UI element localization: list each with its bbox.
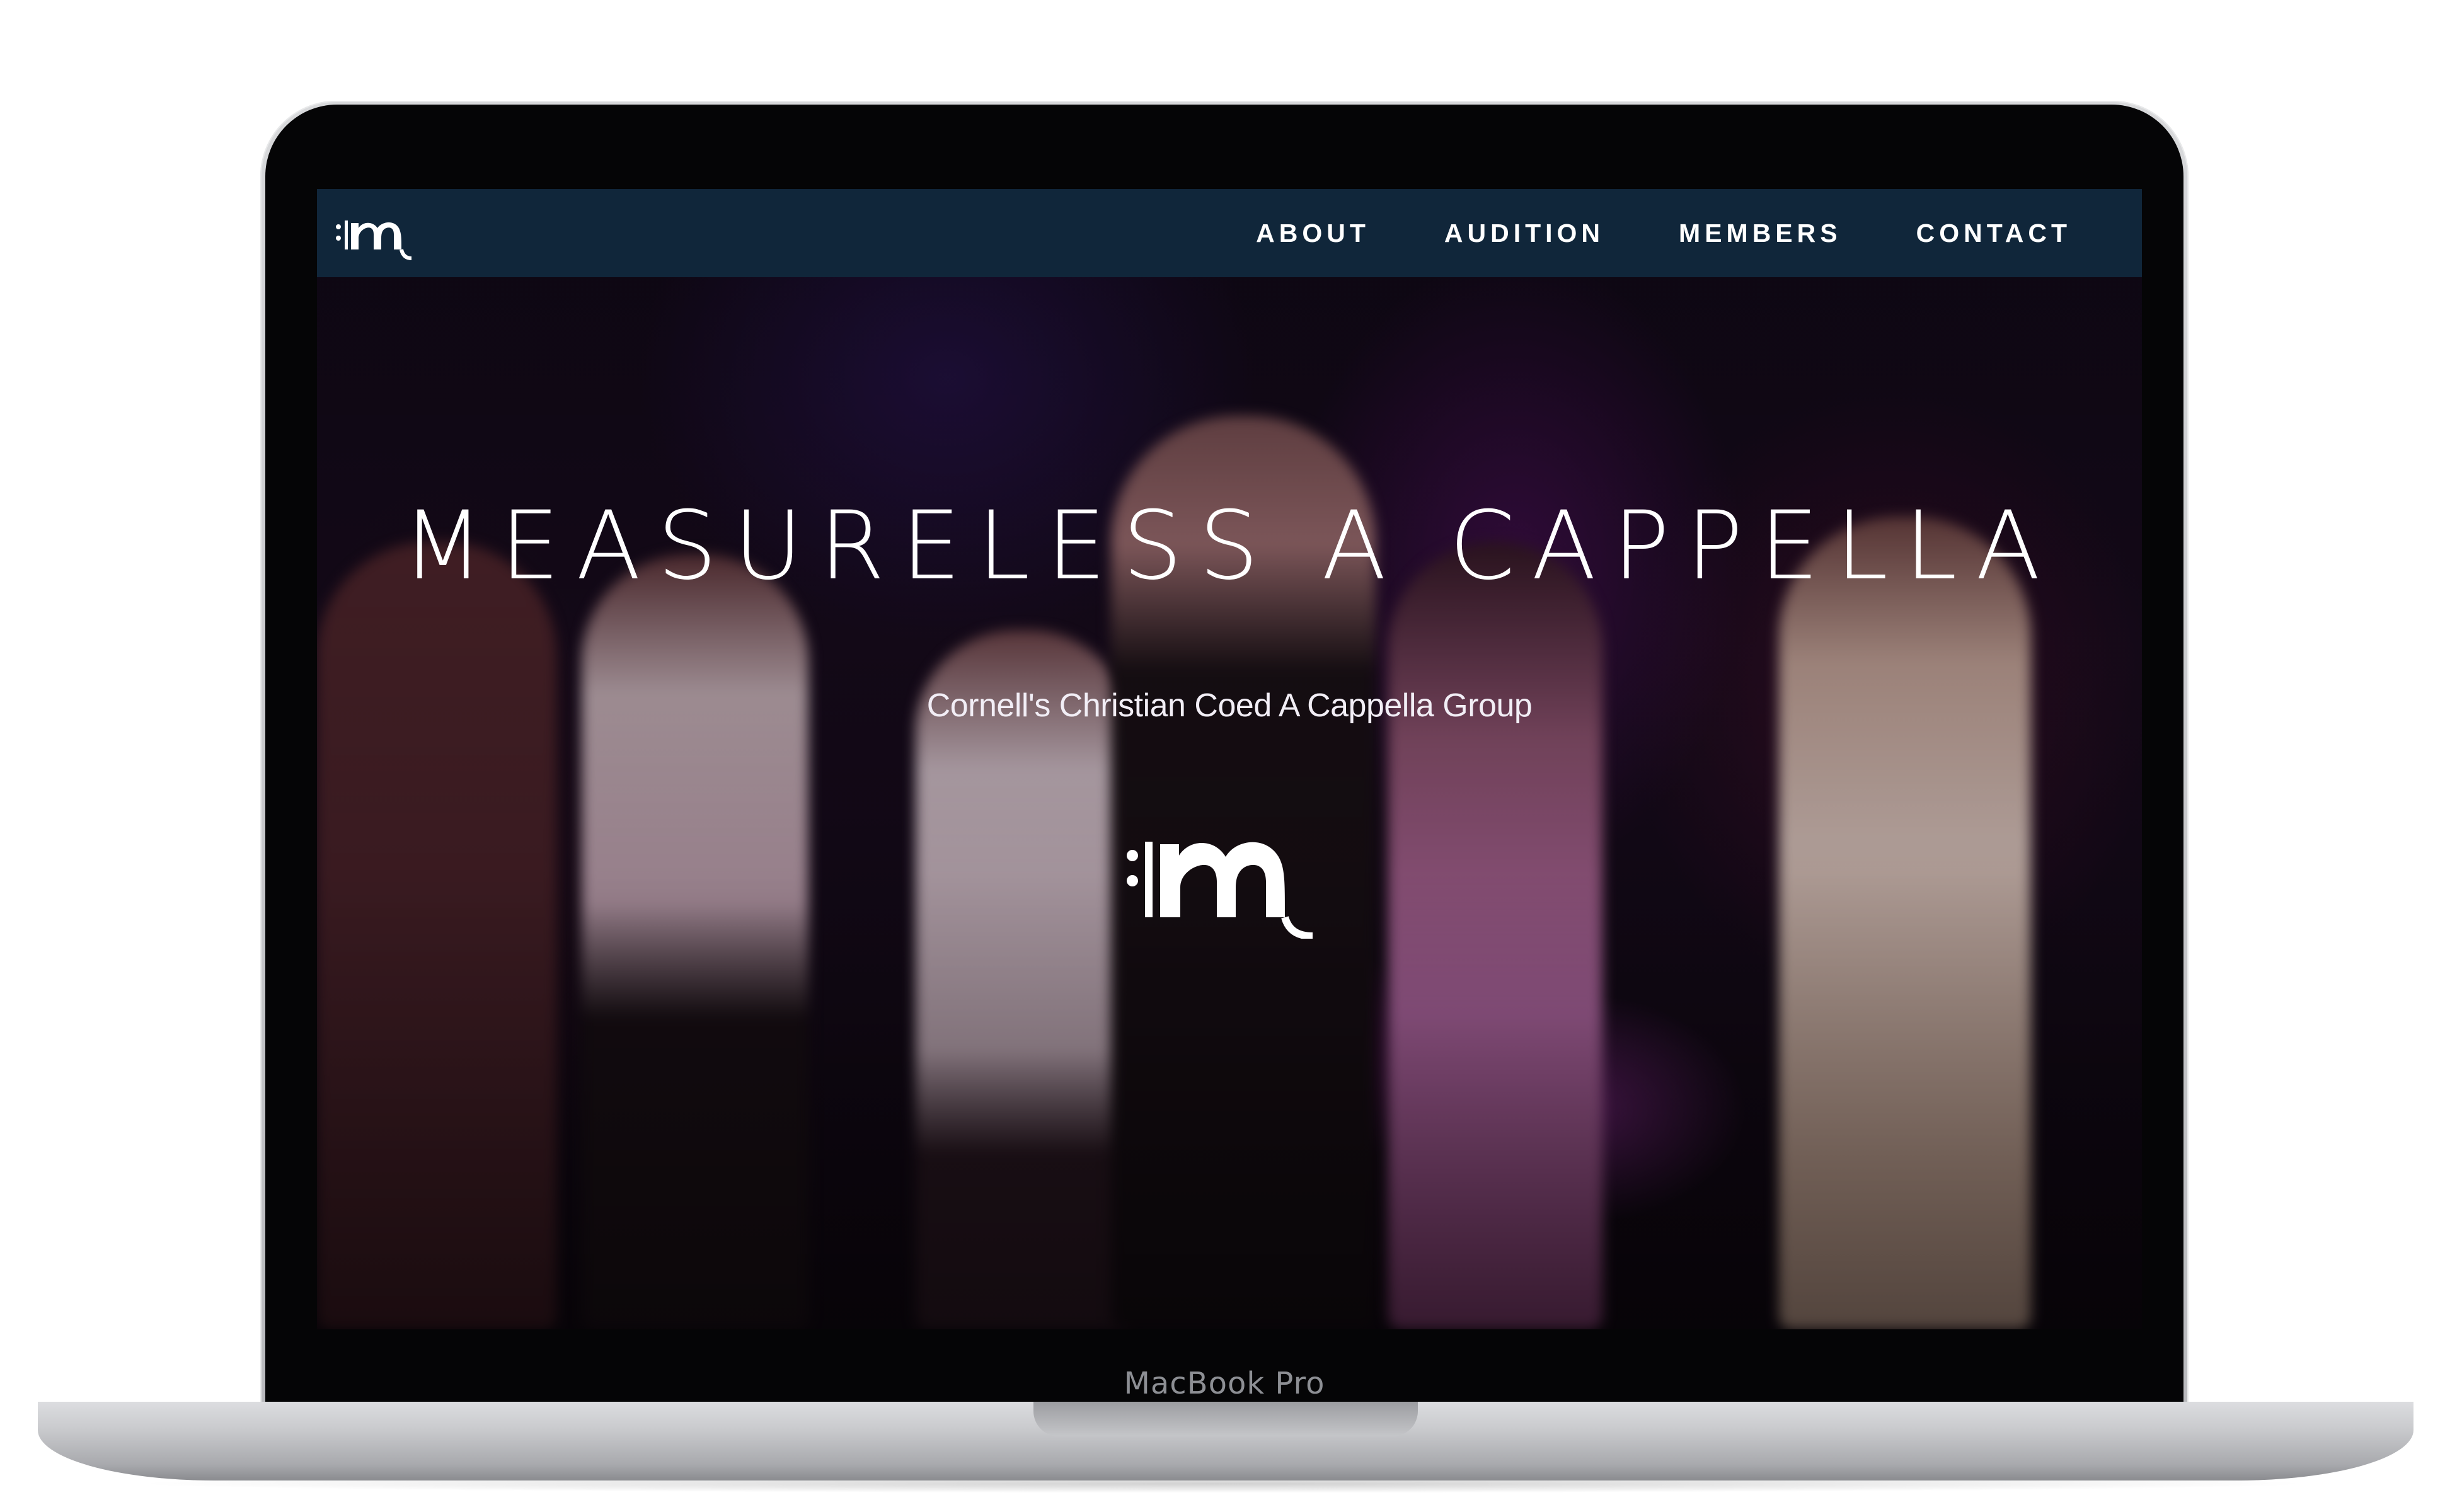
nav-link-about[interactable]: ABOUT [1256, 219, 1370, 248]
website-screen: ABOUT AUDITION MEMBERS CONTACT MEASURELE… [317, 189, 2142, 1329]
hero-dark-overlay [317, 189, 2142, 1329]
measureless-m-logo-icon [1127, 842, 1313, 939]
nav-link-members[interactable]: MEMBERS [1679, 219, 1842, 248]
measureless-m-logo-icon[interactable] [333, 203, 422, 263]
device-label: MacBook Pro [1124, 1366, 1325, 1401]
hero-title: MEASURELESS A CAPPELLA [402, 491, 2057, 601]
navbar: ABOUT AUDITION MEMBERS CONTACT [317, 189, 2142, 277]
nav-link-audition[interactable]: AUDITION [1444, 219, 1604, 248]
stage: MacBook Pro ABOUT AUDITION MEMBERS CONTA… [0, 0, 2445, 1512]
nav-links: ABOUT AUDITION MEMBERS CONTACT [1256, 189, 2071, 277]
laptop-notch [1033, 1402, 1418, 1436]
nav-link-contact[interactable]: CONTACT [1916, 219, 2071, 248]
hero-subtitle: Cornell's Christian Coed A Cappella Grou… [926, 687, 1533, 724]
